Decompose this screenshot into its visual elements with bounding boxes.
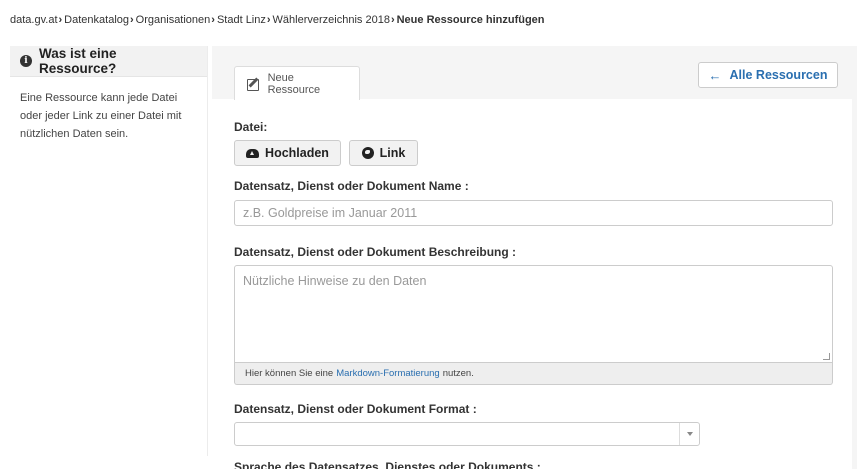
name-placeholder: z.B. Goldpreise im Januar 2011 — [243, 206, 418, 220]
sidebar-text-line: oder jeder Link zu einer Datei mit — [20, 110, 182, 122]
link-label: Link — [379, 146, 406, 160]
tab-label: Neue Ressource — [267, 71, 321, 96]
breadcrumb-separator: › — [390, 14, 395, 26]
name-label: Datensatz, Dienst oder Dokument Name : — [234, 179, 469, 193]
cloud-upload-icon — [246, 148, 260, 158]
edit-icon — [247, 77, 260, 91]
page: data.gv.at› Datenkatalog› Organisationen› S… — [0, 0, 857, 469]
sidebar-heading: i Was ist eine Ressource? — [10, 46, 207, 77]
breadcrumb-separator: › — [130, 14, 134, 26]
info-sidebar: i Was ist eine Ressource? Eine Ressource… — [10, 46, 208, 456]
description-placeholder: Nützliche Hinweise zu den Daten — [243, 274, 427, 288]
breadcrumb-separator: › — [266, 14, 271, 26]
breadcrumb-separator: › — [58, 14, 63, 26]
main-panel: Neue Ressource ← Alle Ressourcen Datei: … — [212, 46, 857, 469]
sidebar-text-line: Eine Ressource kann jede Datei — [20, 92, 178, 104]
hint-text-after: nutzen. — [442, 368, 474, 379]
upload-label: Hochladen — [265, 146, 329, 160]
arrow-left-icon: ← — [708, 67, 722, 83]
all-resources-button[interactable]: ← Alle Ressourcen — [698, 62, 838, 88]
format-select[interactable] — [234, 422, 700, 446]
breadcrumb-separator: › — [211, 14, 215, 26]
chevron-down-icon — [679, 423, 699, 445]
link-button[interactable]: Link — [349, 140, 418, 166]
sidebar-title: Was ist eine Ressource? — [38, 46, 117, 76]
breadcrumb-stadt-linz[interactable]: Stadt Linz — [217, 14, 266, 26]
markdown-hint: Hier können Sie eine Markdown-Formatieru… — [234, 363, 833, 385]
breadcrumb: data.gv.at› Datenkatalog› Organisationen› S… — [10, 14, 545, 26]
sidebar-text: Eine Ressource kann jede Datei oder jede… — [10, 77, 207, 155]
breadcrumb-home[interactable]: data.gv.at — [10, 14, 58, 26]
file-label: Datei: — [234, 120, 268, 134]
all-resources-label: Alle Ressourcen — [729, 68, 828, 82]
hint-text-before: Hier können Sie eine — [245, 368, 334, 379]
upload-button[interactable]: Hochladen — [234, 140, 341, 166]
markdown-link[interactable]: Markdown-Formatierung — [336, 368, 439, 379]
format-label: Datensatz, Dienst oder Dokument Format : — [234, 402, 477, 416]
name-input[interactable]: z.B. Goldpreise im Januar 2011 — [234, 200, 833, 226]
sidebar-text-line: nützlichen Daten sein. — [20, 128, 129, 140]
breadcrumb-datenkatalog[interactable]: Datenkatalog — [64, 14, 129, 26]
resize-handle[interactable] — [823, 353, 830, 360]
description-textarea[interactable]: Nützliche Hinweise zu den Daten — [234, 265, 833, 363]
breadcrumb-organisationen[interactable]: Organisationen — [136, 14, 211, 26]
tab-neue-ressource[interactable]: Neue Ressource — [234, 66, 360, 100]
description-label: Datensatz, Dienst oder Dokument Beschrei… — [234, 245, 517, 259]
language-label: Sprache des Datensatzes, Dienstes oder D… — [234, 460, 541, 469]
breadcrumb-current: Neue Ressource hinzufügen — [396, 14, 545, 26]
info-icon: i — [20, 55, 32, 67]
breadcrumb-dataset[interactable]: Wählerverzeichnis 2018 — [273, 14, 390, 26]
globe-icon — [361, 147, 374, 159]
